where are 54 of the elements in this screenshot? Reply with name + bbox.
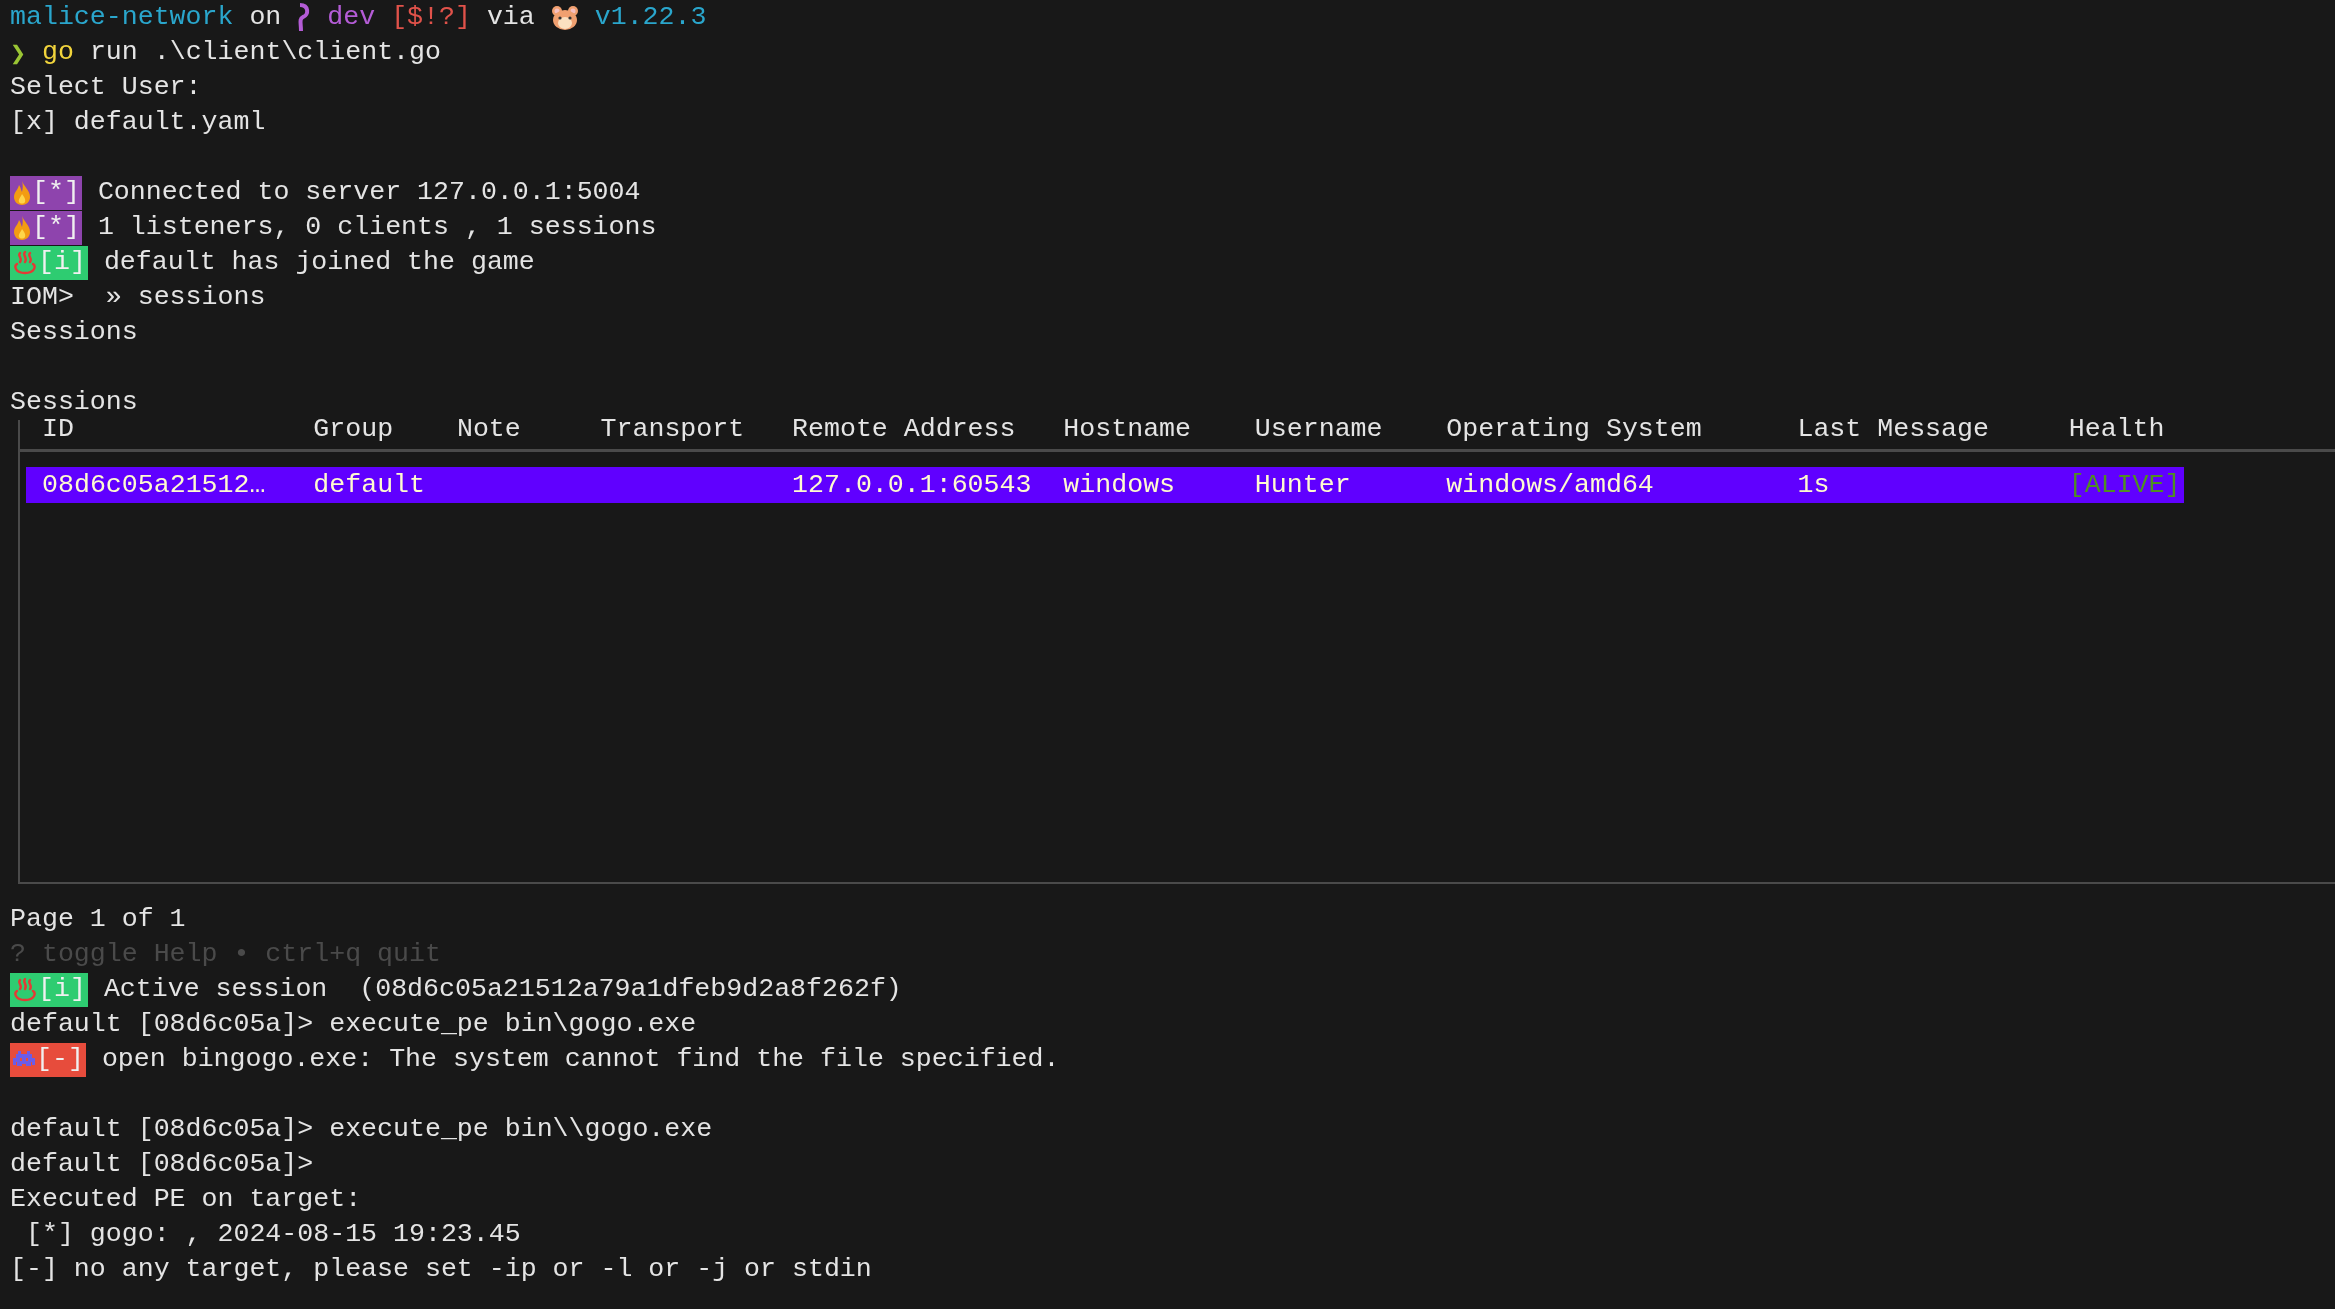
log-level-badge: [-] (10, 1042, 86, 1077)
output-line: Select User: (10, 71, 202, 104)
go-version: v1.22.3 (594, 1, 707, 34)
output-line: default [08d6c05a]> execute_pe bin\gogo.exe (10, 1008, 697, 1041)
table-cell-text: windows/amd64 (1446, 469, 1655, 502)
session-row[interactable]: 08d6c05a21512… default 127.0.0.1:60543 windows Hunter windows/amd64 1s [ALIVE] (26, 467, 2185, 503)
log-message: Active session (08d6c05a21512a79a1dfeb9d2a8f262f) (103, 973, 902, 1006)
column-header: Group (313, 413, 395, 446)
output-line: default [08d6c05a]> execute_pe bin\\gogo.exe (10, 1113, 713, 1146)
output-line: Sessions (10, 316, 138, 349)
flame-icon (12, 214, 32, 241)
hot-springs-icon (12, 249, 38, 276)
git-branch: dev (327, 1, 376, 34)
directory-name: malice-network (10, 1, 234, 34)
column-header: Hostname (1063, 413, 1192, 446)
column-header: Last Message (1797, 413, 1990, 446)
hot-springs-icon (12, 976, 38, 1003)
pager-text: Page 1 of 1 (10, 903, 186, 936)
git-status: [$!?] (391, 1, 471, 34)
column-header: Remote Address (792, 413, 1017, 446)
log-message: Connected to server 127.0.0.1:5004 (97, 176, 641, 209)
table-cell-text: 1s (1797, 469, 1831, 502)
branch-icon (297, 2, 312, 33)
prompt-word: via (486, 1, 535, 34)
table-cell-text: windows (1063, 469, 1177, 502)
command-args: run .\client\client.go (89, 36, 441, 69)
log-level-badge: [i] (10, 245, 88, 280)
prompt-symbol: ❯ (10, 36, 26, 70)
column-header: Health (2068, 413, 2166, 446)
health-status: [ALIVE] (2068, 469, 2181, 502)
table-cell-text: Hunter (1254, 469, 1352, 502)
log-message: open bingogo.exe: The system cannot find the file specified. (101, 1043, 1060, 1076)
output-line: [x] default.yaml (10, 106, 266, 139)
table-cell-text: default (313, 469, 426, 502)
output-line: [*] gogo: , 2024-08-15 19:23.45 (24, 1218, 521, 1251)
log-level-badge: [*] (10, 175, 82, 210)
flame-icon (12, 179, 32, 206)
log-message: default has joined the game (103, 246, 535, 279)
column-header: Operating System (1446, 413, 1703, 446)
output-line: IOM> » sessions (10, 281, 266, 314)
hamster-icon (550, 4, 579, 31)
table-cell-text: 127.0.0.1:60543 (792, 469, 1033, 502)
output-line: Executed PE on target: (10, 1183, 362, 1216)
output-line: default [08d6c05a]> (10, 1148, 314, 1181)
prompt-word: on (249, 1, 282, 34)
command-name: go (42, 36, 74, 69)
column-header: Username (1254, 413, 1384, 446)
table-cell-text: 08d6c05a21512… (42, 469, 267, 502)
log-level-badge: [i] (10, 972, 88, 1007)
column-header: Note (456, 413, 522, 446)
output-line: [-] no any target, please set -ip or -l or -j or stdin (10, 1253, 872, 1286)
column-header: Transport (600, 413, 746, 446)
log-message: 1 listeners, 0 clients , 1 sessions (97, 211, 657, 244)
log-level-badge: [*] (10, 210, 82, 245)
